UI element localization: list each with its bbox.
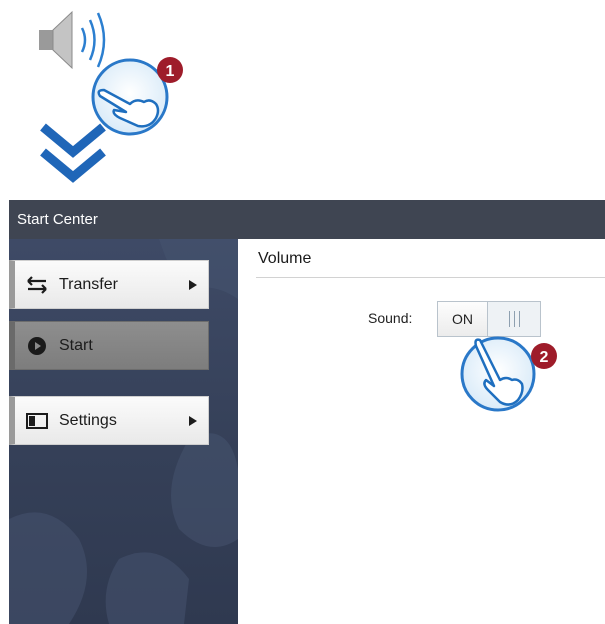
hand-pointer-icon: 2 bbox=[460, 336, 557, 412]
settings-panel-icon bbox=[15, 412, 59, 429]
play-circle-icon bbox=[15, 336, 59, 355]
sidebar-item-label: Start bbox=[59, 336, 93, 354]
section-title: Volume bbox=[258, 250, 312, 267]
hand-pointer-icon: 1 bbox=[91, 57, 183, 136]
double-chevron-down-icon bbox=[40, 123, 106, 183]
window-title: Start Center bbox=[17, 211, 98, 228]
sound-label: Sound: bbox=[368, 310, 413, 326]
main-content: Volume Sound: ON bbox=[238, 239, 605, 624]
sidebar-item-settings[interactable]: Settings bbox=[9, 396, 209, 445]
sidebar-item-label: Transfer bbox=[59, 275, 118, 293]
step-1-badge: 1 bbox=[166, 63, 175, 80]
submenu-arrow-icon bbox=[178, 415, 208, 426]
submenu-arrow-icon bbox=[178, 279, 208, 290]
window-titlebar: Start Center bbox=[9, 200, 605, 239]
sidebar: Transfer Start Settings bbox=[9, 239, 238, 624]
section-divider bbox=[256, 277, 605, 278]
transfer-arrows-icon bbox=[15, 275, 59, 294]
speaker-icon bbox=[39, 10, 106, 70]
instruction-illustration: 1 bbox=[39, 10, 183, 183]
sidebar-item-label: Settings bbox=[59, 411, 117, 429]
step-2-badge: 2 bbox=[540, 349, 549, 366]
sidebar-item-start[interactable]: Start bbox=[9, 321, 209, 370]
sidebar-item-transfer[interactable]: Transfer bbox=[9, 260, 209, 309]
